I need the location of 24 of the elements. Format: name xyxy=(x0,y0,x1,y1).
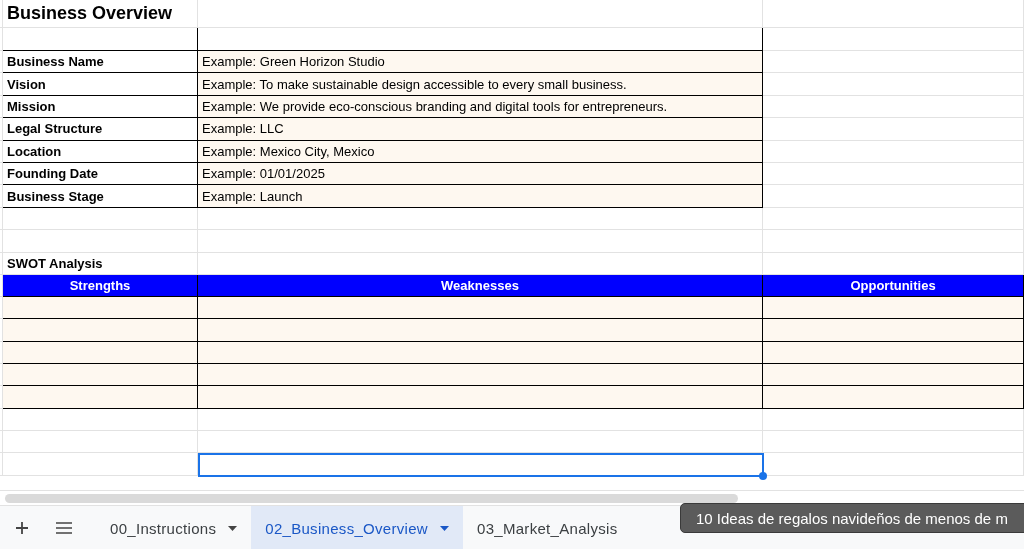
field-label: Vision xyxy=(3,73,198,96)
field-label: Business Stage xyxy=(3,185,198,208)
field-value: Example: To make sustainable design accessible to every small business. xyxy=(198,73,763,96)
sheet-title: Business Overview xyxy=(3,0,198,28)
column-header: Opportunities xyxy=(763,274,1024,297)
field-label: Legal Structure xyxy=(3,118,198,141)
field-value: Example: LLC xyxy=(198,118,763,141)
field-value: Example: Mexico City, Mexico xyxy=(198,140,763,163)
sheet-tab[interactable]: 00_Instructions xyxy=(96,506,252,549)
field-value: Example: We provide eco-conscious branding and digital tools for entrepreneurs. xyxy=(198,95,763,119)
field-value: Example: 01/01/2025 xyxy=(198,162,763,186)
field-label: Business Name xyxy=(3,51,198,74)
fill-handle[interactable] xyxy=(759,472,767,480)
field-value: Example: Green Horizon Studio xyxy=(198,51,763,74)
field-value: Example: Launch xyxy=(198,185,763,208)
field-label: Founding Date xyxy=(3,162,198,186)
tooltip: 10 Ideas de regalos navideños de menos de m xyxy=(680,503,1024,533)
column-header: Strengths xyxy=(3,274,198,297)
section-title: SWOT Analysis xyxy=(3,252,198,275)
column-header: Weaknesses xyxy=(198,274,763,297)
sheet-tab[interactable]: 03_Market_Analysis xyxy=(463,506,632,549)
sheet-tab[interactable]: 02_Business_Overview xyxy=(251,506,463,549)
field-label: Location xyxy=(3,140,198,163)
field-label: Mission xyxy=(3,95,198,119)
